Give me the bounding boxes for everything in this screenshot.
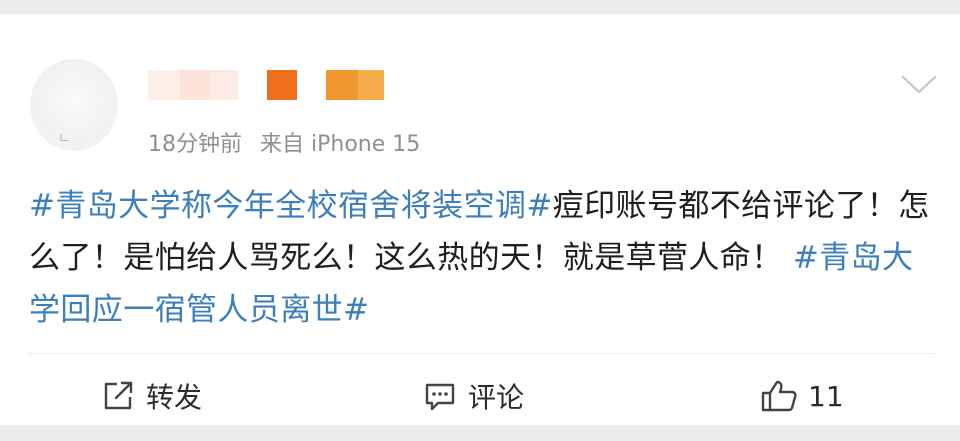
comment-icon bbox=[422, 380, 458, 412]
like-count: 11 bbox=[808, 379, 844, 413]
topic-link[interactable]: #青岛大学称今年全校宿舍将装空调# bbox=[29, 188, 553, 224]
comment-button[interactable]: 评论 bbox=[422, 376, 524, 416]
divider bbox=[28, 353, 934, 354]
thumbs-up-icon bbox=[760, 379, 798, 413]
share-icon bbox=[102, 380, 136, 412]
like-button[interactable]: 11 bbox=[760, 376, 844, 416]
avatar-watermark: ㄴ bbox=[58, 131, 71, 147]
repost-button[interactable]: 转发 bbox=[102, 376, 202, 416]
repost-label: 转发 bbox=[146, 381, 203, 414]
post-time: 18分钟前 bbox=[148, 132, 242, 157]
avatar[interactable] bbox=[30, 59, 118, 151]
post-content: #青岛大学称今年全校宿舍将装空调#痘印账号都不给评论了！怎么了！是怕给人骂死么！… bbox=[29, 180, 939, 336]
post-meta: 18分钟前 来自 iPhone 15 bbox=[148, 126, 420, 158]
comment-label: 评论 bbox=[468, 381, 525, 414]
post-source: 来自 iPhone 15 bbox=[260, 132, 421, 157]
weibo-post-card: ㄴ 18分钟前 来自 iPhone 15 #青岛大学称今年全校宿舍将装空调#痘印账… bbox=[0, 14, 960, 425]
chevron-down-icon[interactable] bbox=[900, 74, 938, 96]
